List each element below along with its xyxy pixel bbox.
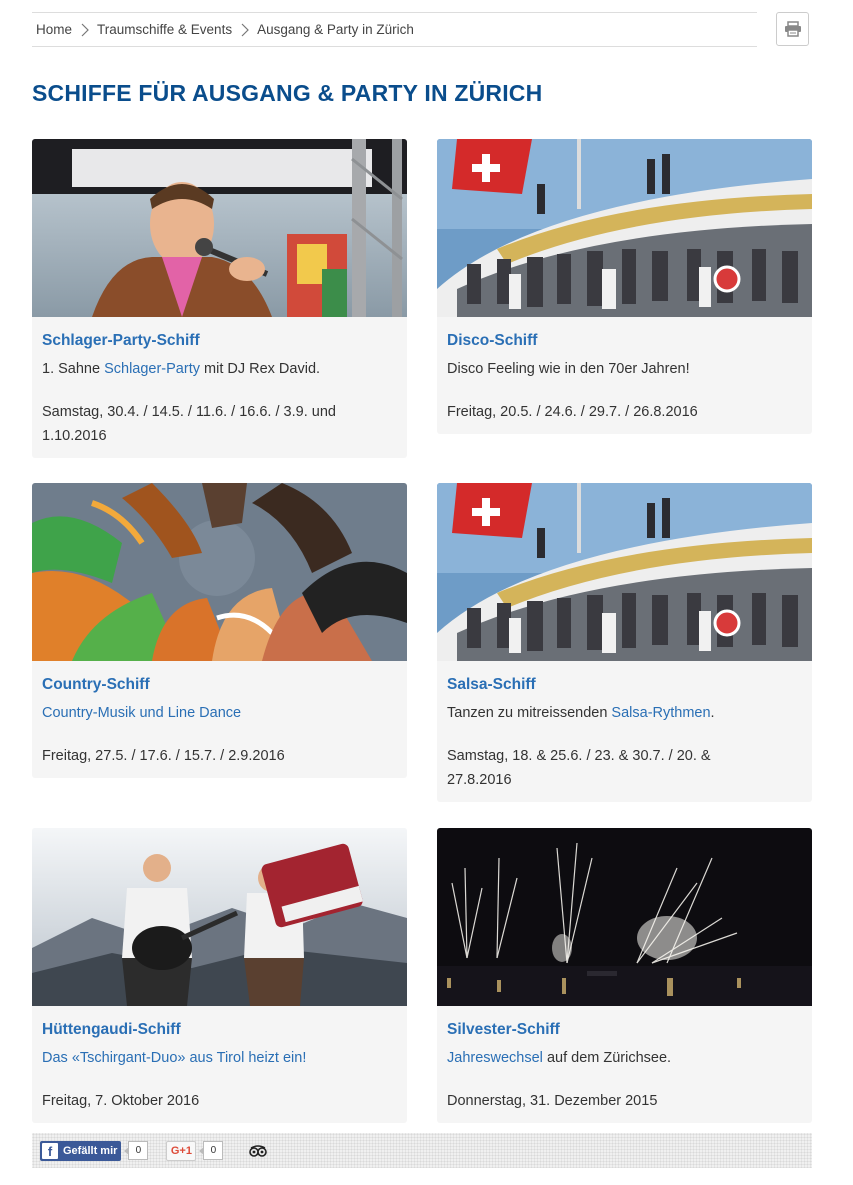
- event-description-link[interactable]: Das «Tschirgant-Duo» aus Tirol heizt ein…: [42, 1050, 306, 1066]
- event-image-huettengaudi[interactable]: [32, 828, 407, 1006]
- event-description-link[interactable]: Schlager-Party: [104, 361, 200, 377]
- event-description: Das «Tschirgant-Duo» aus Tirol heizt ein…: [42, 1050, 306, 1066]
- event-description-text: .: [710, 705, 715, 721]
- event-dates: Donnerstag, 31. Dezember 2015: [447, 1093, 658, 1109]
- event-description-text: Tanzen zu mitreissenden: [447, 705, 612, 721]
- event-title[interactable]: Country-Schiff: [42, 676, 150, 694]
- event-card-disco[interactable]: Disco-Schiff Disco Feeling wie in den 70…: [437, 139, 812, 434]
- social-share-bar: f Gefällt mir 0 G+1 0: [32, 1133, 812, 1168]
- chevron-right-icon: [239, 23, 251, 37]
- facebook-like-count: 0: [124, 1141, 149, 1160]
- facebook-like-label: Gefällt mir: [63, 1144, 118, 1157]
- google-plus-button[interactable]: G+1: [166, 1140, 197, 1161]
- event-card-huettengaudi[interactable]: Hüttengaudi-Schiff Das «Tschirgant-Duo» …: [32, 828, 407, 1123]
- event-image-country[interactable]: [32, 483, 407, 661]
- event-dates: Freitag, 27.5. / 17.6. / 15.7. / 2.9.201…: [42, 748, 285, 764]
- event-card-schlager[interactable]: Schlager-Party-Schiff 1. Sahne Schlager-…: [32, 139, 407, 458]
- google-plus-count: 0: [199, 1141, 224, 1160]
- event-description-text: Disco Feeling wie in den 70er Jahren!: [447, 361, 690, 377]
- event-description-link[interactable]: Salsa-Rythmen: [611, 705, 710, 721]
- event-card-silvester[interactable]: Silvester-Schiff Jahreswechsel auf dem Z…: [437, 828, 812, 1123]
- event-dates: Freitag, 20.5. / 24.6. / 29.7. / 26.8.20…: [447, 404, 698, 420]
- breadcrumb: Home Traumschiffe & Events Ausgang & Par…: [32, 12, 757, 47]
- event-card-country[interactable]: Country-Schiff Country-Musik und Line Da…: [32, 483, 407, 778]
- chevron-right-icon: [79, 23, 91, 37]
- event-title[interactable]: Hüttengaudi-Schiff: [42, 1021, 181, 1039]
- event-description-text: mit DJ Rex David.: [199, 361, 321, 377]
- event-image-disco[interactable]: [437, 139, 812, 317]
- event-card-salsa[interactable]: Salsa-Schiff Tanzen zu mitreissenden Sal…: [437, 483, 812, 802]
- tripadvisor-icon[interactable]: [249, 1144, 268, 1158]
- breadcrumb-home[interactable]: Home: [36, 22, 72, 37]
- event-description: Disco Feeling wie in den 70er Jahren!: [447, 361, 690, 377]
- event-title[interactable]: Silvester-Schiff: [447, 1021, 560, 1039]
- print-button[interactable]: [776, 12, 809, 46]
- event-image-schlager[interactable]: [32, 139, 407, 317]
- event-image-salsa[interactable]: [437, 483, 812, 661]
- event-dates: Freitag, 7. Oktober 2016: [42, 1093, 200, 1109]
- event-description-text: 1. Sahne: [42, 361, 105, 377]
- facebook-like-button[interactable]: f Gefällt mir: [40, 1140, 122, 1161]
- event-description-link[interactable]: Jahreswechsel: [447, 1050, 543, 1066]
- event-description-link[interactable]: Country-Musik und Line Dance: [42, 705, 241, 721]
- event-image-silvester[interactable]: [437, 828, 812, 1006]
- event-title[interactable]: Disco-Schiff: [447, 332, 537, 350]
- breadcrumb-traumschiffe[interactable]: Traumschiffe & Events: [97, 22, 232, 37]
- event-dates: Samstag, 18. & 25.6. / 23. & 30.7. / 20.…: [447, 748, 711, 788]
- event-description: 1. Sahne Schlager-Party mit DJ Rex David…: [42, 361, 320, 377]
- event-title[interactable]: Salsa-Schiff: [447, 676, 536, 694]
- facebook-icon: f: [42, 1142, 58, 1159]
- event-description: Country-Musik und Line Dance: [42, 705, 241, 721]
- event-description-text: auf dem Zürichsee.: [542, 1050, 672, 1066]
- printer-icon: [784, 21, 801, 37]
- event-dates: Samstag, 30.4. / 14.5. / 11.6. / 16.6. /…: [42, 404, 336, 444]
- breadcrumb-current: Ausgang & Party in Zürich: [257, 22, 414, 37]
- event-title[interactable]: Schlager-Party-Schiff: [42, 332, 200, 350]
- event-description: Jahreswechsel auf dem Zürichsee.: [447, 1050, 671, 1066]
- event-description: Tanzen zu mitreissenden Salsa-Rythmen.: [447, 705, 715, 721]
- page-title: SCHIFFE FÜR AUSGANG & PARTY IN ZÜRICH: [32, 80, 543, 106]
